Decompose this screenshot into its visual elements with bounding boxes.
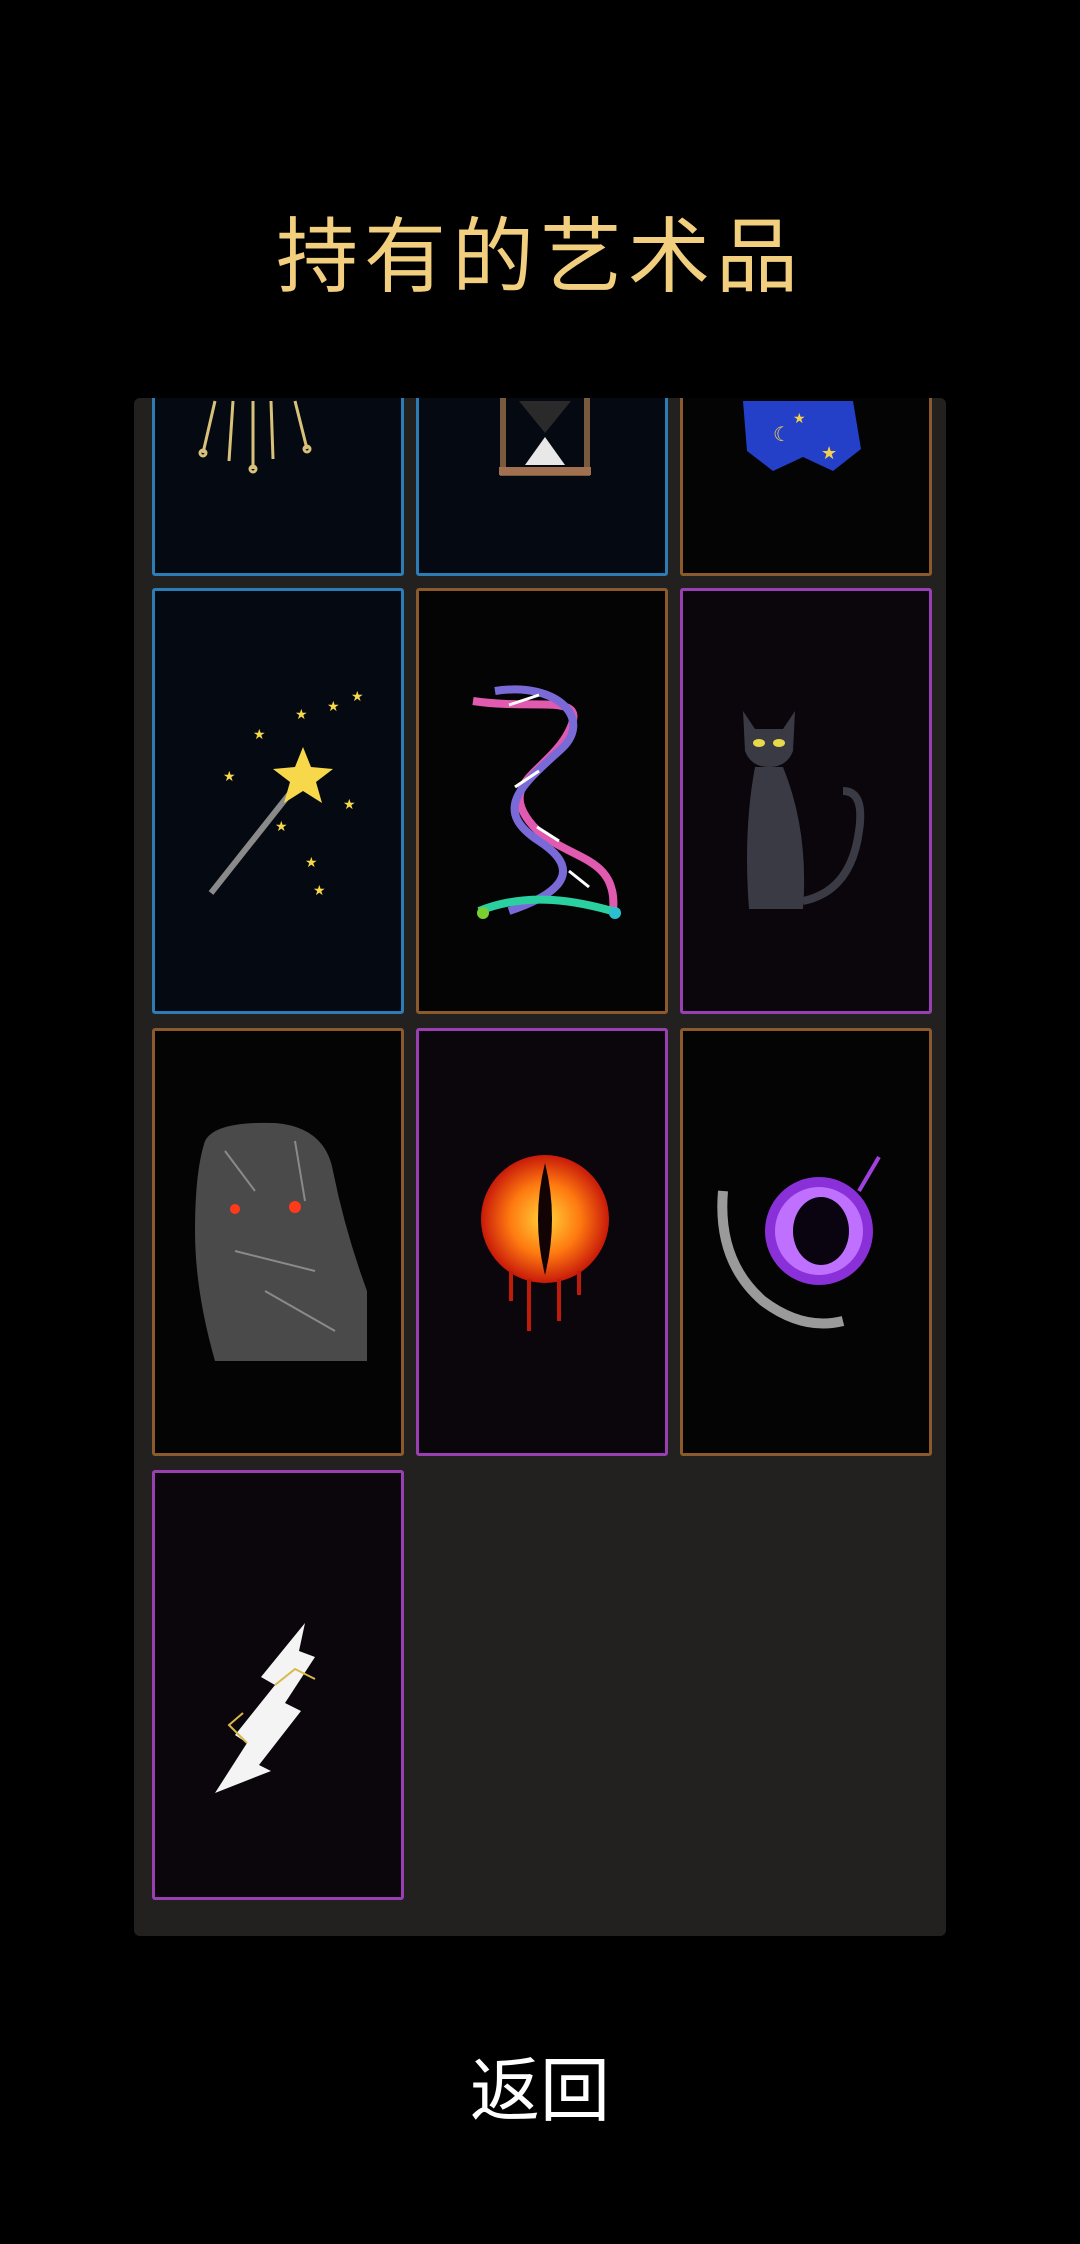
- artwork-card-lightning-crack[interactable]: [152, 1470, 404, 1900]
- wizard-robe-icon: ☾ ★ ★: [743, 401, 861, 471]
- svg-text:★: ★: [305, 855, 318, 871]
- svg-text:★: ★: [275, 819, 288, 835]
- artwork-card-stone-golem[interactable]: [152, 1028, 404, 1456]
- artwork-grid[interactable]: ☾ ★ ★ ★ ★ ★ ★ ★ ★ ★ ★ ★: [134, 398, 946, 1936]
- black-cat-icon: [743, 711, 865, 909]
- artwork-card-magic-wand[interactable]: ★ ★ ★ ★ ★ ★ ★ ★ ★: [152, 588, 404, 1014]
- svg-text:★: ★: [343, 797, 356, 813]
- lightning-crack-icon: [215, 1623, 316, 1793]
- hourglass-icon: [499, 398, 591, 476]
- svg-text:☾: ☾: [773, 422, 791, 446]
- svg-text:★: ★: [313, 883, 326, 899]
- svg-text:★: ★: [327, 699, 340, 715]
- artwork-card-dna[interactable]: [416, 588, 668, 1014]
- fiery-eye-icon: [481, 1155, 609, 1331]
- scrolls-icon: [198, 400, 312, 474]
- artwork-card-fiery-eye[interactable]: [416, 1028, 668, 1456]
- svg-text:★: ★: [223, 769, 236, 785]
- svg-text:★: ★: [253, 727, 266, 743]
- svg-text:★: ★: [821, 443, 837, 464]
- stone-golem-icon: [195, 1122, 367, 1361]
- dna-helix-icon: [472, 685, 621, 919]
- artwork-card-scrolls[interactable]: [152, 398, 404, 576]
- void-portal-icon: [717, 1155, 881, 1329]
- artwork-card-void-portal[interactable]: [680, 1028, 932, 1456]
- magic-wand-icon: ★ ★ ★ ★ ★ ★ ★ ★ ★: [208, 689, 364, 899]
- svg-text:★: ★: [351, 689, 364, 705]
- back-button[interactable]: 返回: [0, 2035, 1080, 2136]
- artwork-card-hourglass[interactable]: [416, 398, 668, 576]
- artwork-card-wizard-robe[interactable]: ☾ ★ ★: [680, 398, 932, 576]
- artwork-card-black-cat[interactable]: [680, 588, 932, 1014]
- svg-text:★: ★: [793, 411, 806, 427]
- page-title: 持有的艺术品: [275, 210, 804, 305]
- svg-text:★: ★: [295, 707, 308, 723]
